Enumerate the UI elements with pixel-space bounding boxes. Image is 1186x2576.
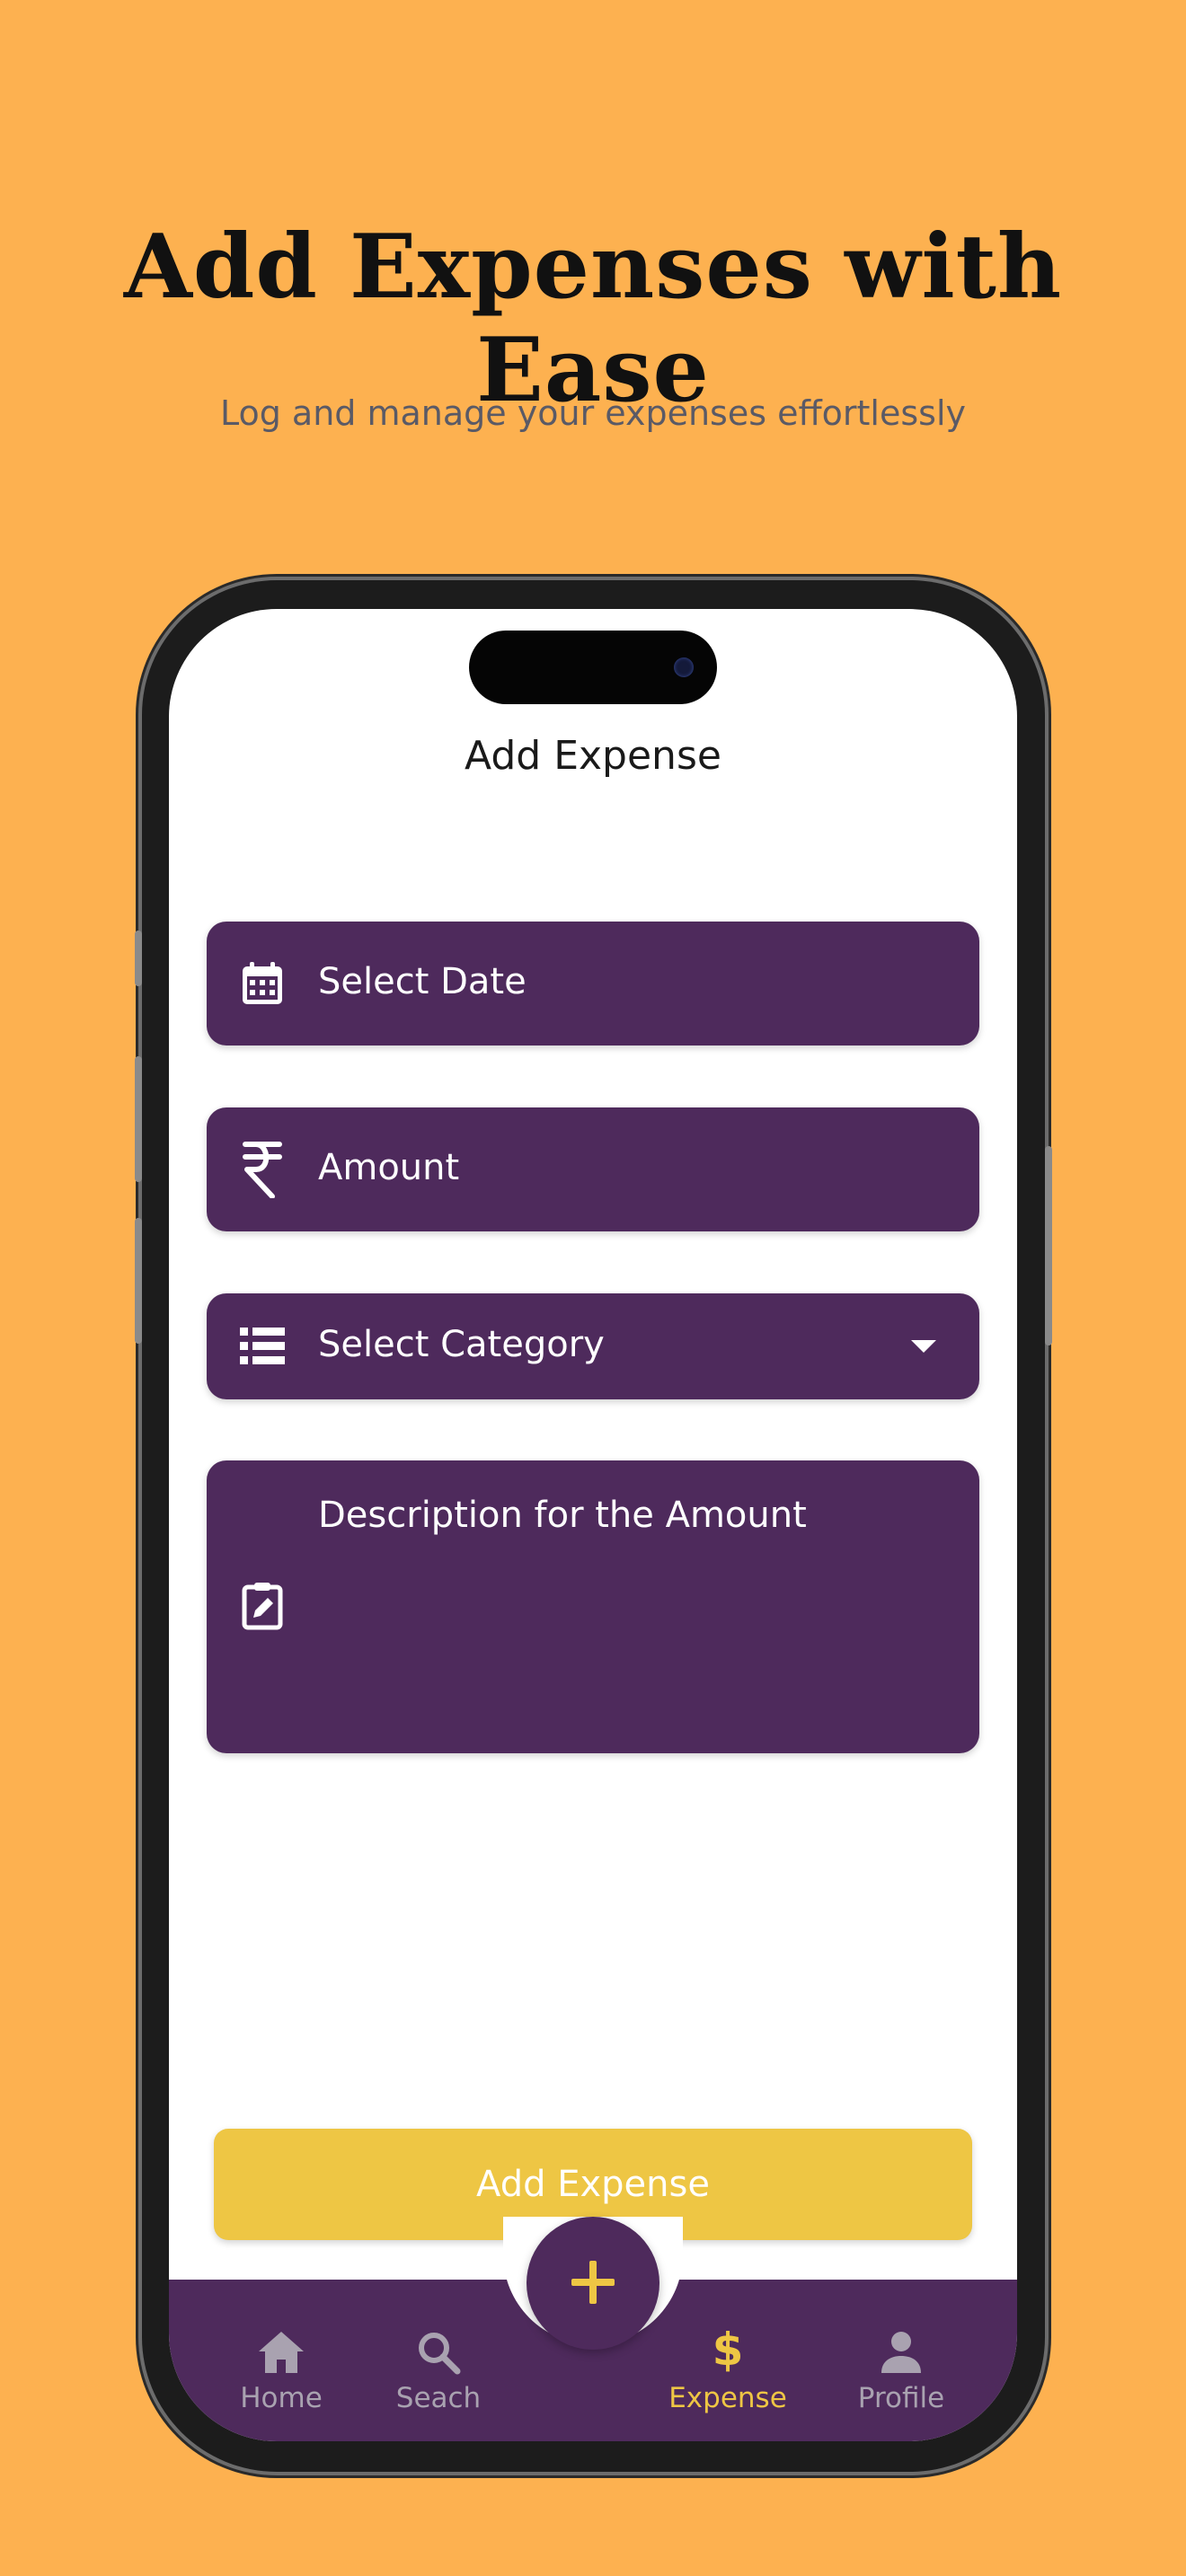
- amount-field[interactable]: Amount: [207, 1107, 979, 1231]
- amount-label: Amount: [318, 1147, 460, 1188]
- search-icon: [416, 2325, 461, 2375]
- phone-power-button: [1045, 1146, 1052, 1345]
- select-date-field[interactable]: Select Date: [207, 922, 979, 1045]
- nav-label-search: Seach: [395, 2382, 482, 2414]
- rupee-icon: [239, 1142, 286, 1198]
- select-category-label: Select Category: [318, 1324, 605, 1365]
- dollar-icon: $: [712, 2324, 744, 2376]
- nav-label-expense: Expense: [668, 2382, 787, 2414]
- dynamic-island: [469, 631, 717, 704]
- nav-item-search[interactable]: Seach: [362, 2325, 515, 2423]
- nav-label-profile: Profile: [857, 2382, 945, 2414]
- calendar-icon: [239, 960, 286, 1007]
- phone-screen: Add Expense Select Date Amount Select Ca…: [169, 609, 1017, 2441]
- edit-note-icon: [239, 1583, 286, 1630]
- nav-item-expense[interactable]: $ Expense: [651, 2325, 804, 2423]
- plus-icon: [570, 2259, 616, 2308]
- nav-item-home[interactable]: Home: [205, 2325, 358, 2423]
- select-category-dropdown[interactable]: Select Category: [207, 1293, 979, 1399]
- chevron-down-icon: [911, 1340, 936, 1353]
- screen-title: Add Expense: [465, 733, 721, 779]
- phone-side-button: [135, 931, 142, 986]
- phone-volume-down-button: [135, 1218, 142, 1344]
- page-headline: Add Expenses with Ease: [123, 216, 1063, 422]
- list-icon: [239, 1323, 286, 1370]
- person-icon: [879, 2325, 924, 2375]
- page-subheadline: Log and manage your expenses effortlessl…: [219, 393, 967, 433]
- nav-item-profile[interactable]: Profile: [825, 2325, 978, 2423]
- select-date-label: Select Date: [318, 961, 527, 1002]
- nav-label-home: Home: [240, 2382, 323, 2414]
- add-fab-button[interactable]: [527, 2217, 659, 2350]
- description-field[interactable]: Description for the Amount: [207, 1460, 979, 1753]
- description-label: Description for the Amount: [318, 1495, 807, 1536]
- phone-volume-up-button: [135, 1056, 142, 1182]
- camera-dot: [674, 657, 694, 677]
- home-icon: [257, 2325, 305, 2375]
